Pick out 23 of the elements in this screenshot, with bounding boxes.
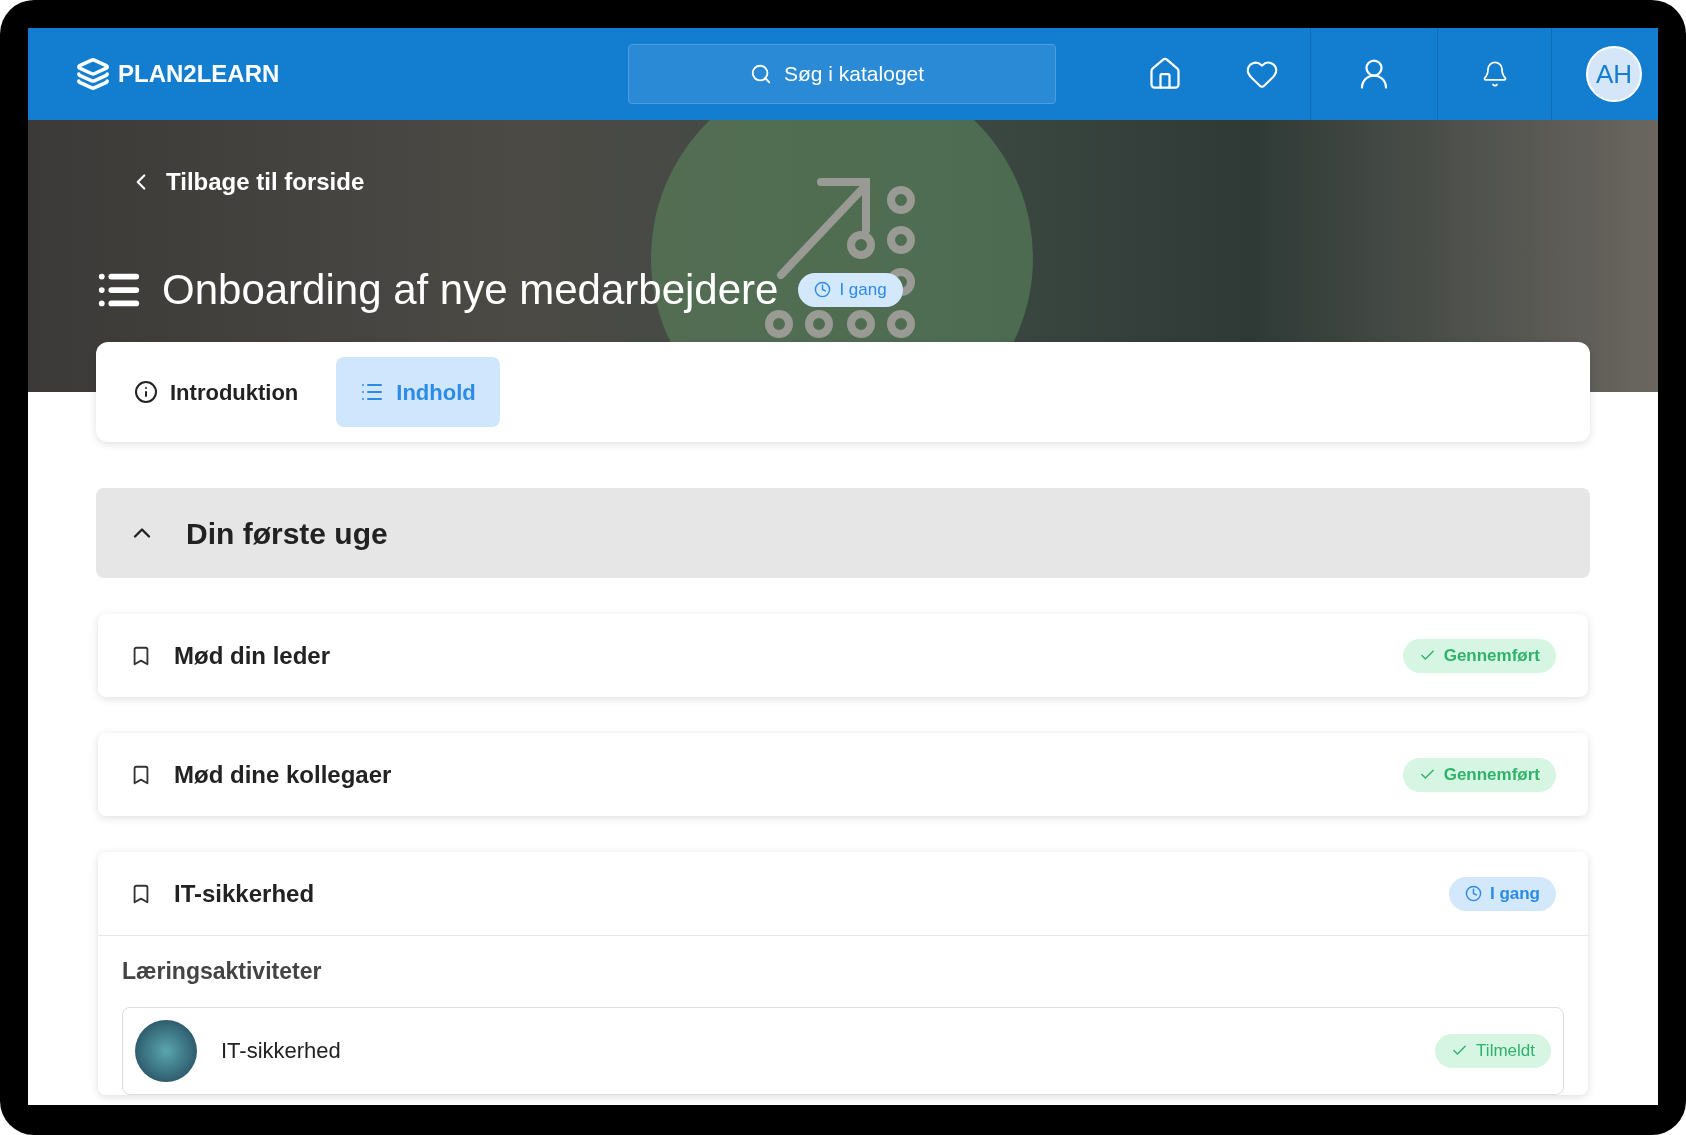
clock-icon xyxy=(1464,885,1482,902)
status-badge: I gang xyxy=(1448,876,1556,911)
tab[interactable]: Introduktion xyxy=(110,357,323,427)
logo-text[interactable]: PLAN2LEARN xyxy=(118,56,280,92)
status-badge: Tilmeldt xyxy=(1435,1033,1551,1068)
item-title[interactable]: Mød dine kollegaer xyxy=(174,756,1381,793)
status-badge: I gang xyxy=(798,272,903,307)
status-badge: Gennemført xyxy=(1402,638,1556,673)
status-badge: Gennemført xyxy=(1402,757,1556,792)
activity-title: IT-sikkerhed xyxy=(221,1037,342,1065)
item-title[interactable]: Mød din leder xyxy=(174,637,1381,674)
item-title[interactable]: IT-sikkerhed xyxy=(174,875,1427,912)
search-input[interactable]: Søg i kataloget xyxy=(784,58,934,90)
search-field[interactable]: Søg i kataloget xyxy=(628,44,1056,104)
activities-heading: Læringsaktiviteter xyxy=(122,957,323,986)
clock-icon xyxy=(814,281,832,298)
course-title: Onboarding af nye medarbejdere xyxy=(162,265,779,315)
activity-card[interactable]: IT-sikkerhed Tilmeldt xyxy=(122,1006,1564,1095)
back-link[interactable]: Tilbage til forside xyxy=(128,164,365,200)
logo-icon xyxy=(76,57,110,91)
search-icon xyxy=(750,63,772,85)
section-header[interactable]: Din første uge xyxy=(96,488,1590,578)
info-icon xyxy=(134,380,158,404)
